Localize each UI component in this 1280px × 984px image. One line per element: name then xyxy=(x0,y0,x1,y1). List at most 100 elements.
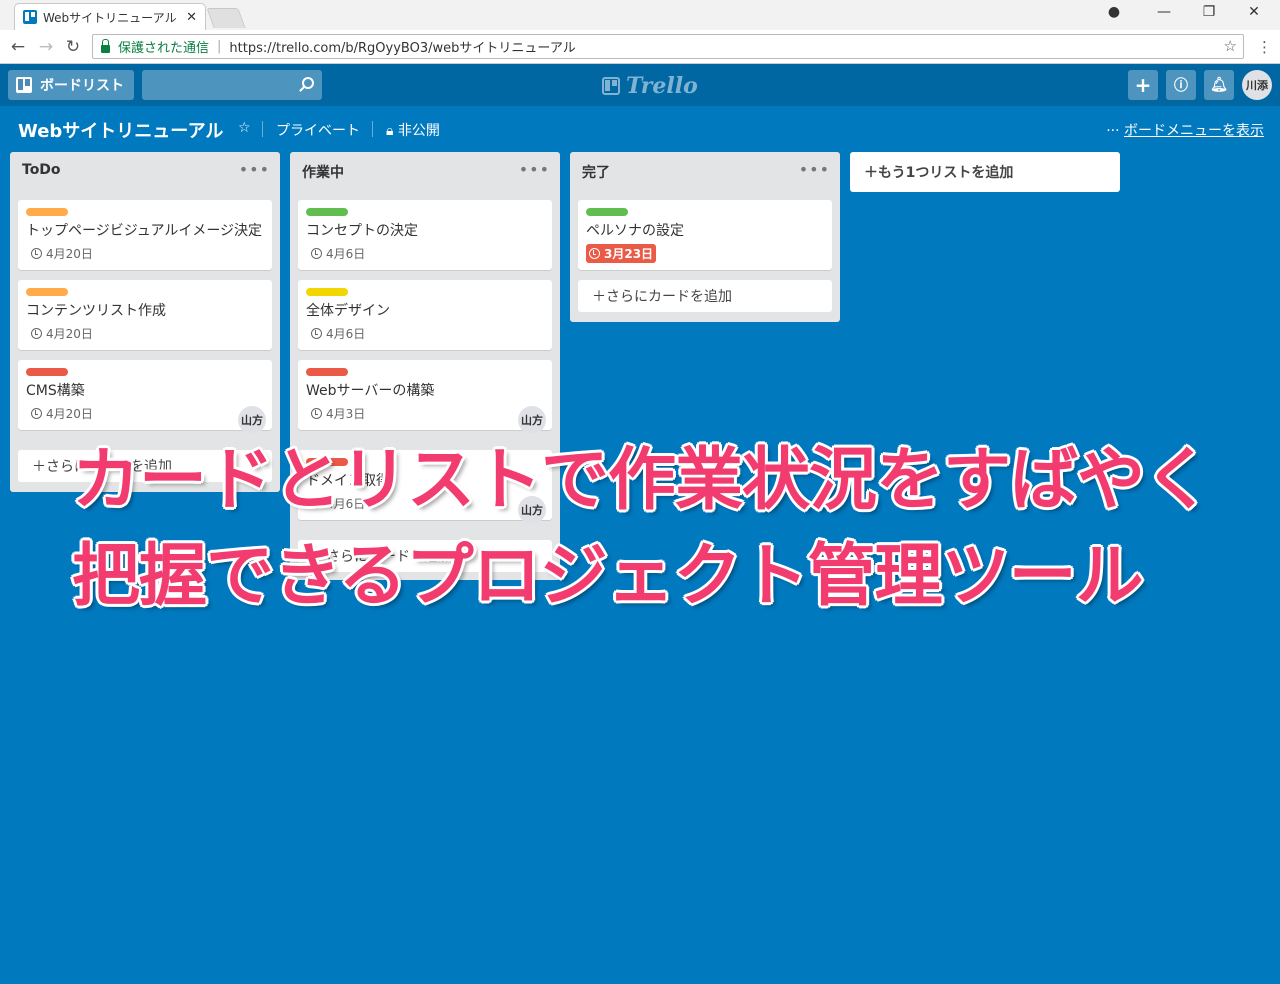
card-label xyxy=(26,288,68,296)
back-arrow-icon[interactable]: ← xyxy=(8,37,28,57)
clock-icon xyxy=(31,408,42,419)
board-title[interactable]: Webサイトリニューアル xyxy=(18,117,223,143)
clock-icon xyxy=(311,248,322,259)
clock-icon xyxy=(31,248,42,259)
due-date: 3月23日 xyxy=(604,247,654,261)
due-date: 4月6日 xyxy=(326,327,366,341)
caption-line-2: 把握できるプロジェクト管理ツール xyxy=(72,537,1144,616)
avatar[interactable]: 川添 xyxy=(1242,70,1272,100)
due-date: 4月20日 xyxy=(46,327,93,341)
card-label xyxy=(306,368,348,376)
url-text: https://trello.com/b/RgOyyBO3/webサイトリニュー… xyxy=(229,41,576,56)
clock-icon xyxy=(311,328,322,339)
trello-header: ボードリスト Trello + ⓘ 🔔︎ 川添 xyxy=(0,64,1280,106)
show-menu-label: ボードメニューを表示 xyxy=(1124,123,1264,139)
card-title: ペルソナの設定 xyxy=(586,223,684,239)
plus-icon: ＋ xyxy=(32,459,46,475)
list-menu-icon[interactable]: ••• xyxy=(239,160,270,179)
card-label xyxy=(26,208,68,216)
due-date: 4月3日 xyxy=(326,407,366,421)
add-list-button[interactable]: ＋もう1つリストを追加 xyxy=(850,152,1120,192)
card[interactable]: コンテンツリスト作成 4月20日 xyxy=(18,280,272,350)
star-board-icon[interactable]: ☆ xyxy=(238,120,251,136)
add-list-label: もう1つリストを追加 xyxy=(878,165,1014,181)
card[interactable]: CMS構築 4月20日 山方 xyxy=(18,360,272,434)
card-title: コンセプトの決定 xyxy=(306,223,418,239)
due-date-badge: 4月6日 xyxy=(308,324,368,343)
list-done: 完了 ••• ペルソナの設定 3月23日 ＋さらにカードを追加 xyxy=(570,152,840,322)
visibility-label: 非公開 xyxy=(397,123,440,139)
close-tab-icon[interactable]: ✕ xyxy=(186,10,197,25)
secure-label: 保護された通信 xyxy=(118,41,210,56)
caption-line-1: カードとリストで作業状況をすばやく xyxy=(72,441,1212,520)
clock-icon xyxy=(31,328,42,339)
card-label xyxy=(26,368,68,376)
trello-logo[interactable]: Trello xyxy=(602,73,698,99)
due-date: 4月20日 xyxy=(46,407,93,421)
card-title: 全体デザイン xyxy=(306,303,390,319)
divider xyxy=(372,121,373,137)
lock-icon xyxy=(101,38,110,53)
due-date: 4月20日 xyxy=(46,247,93,261)
card[interactable]: ペルソナの設定 3月23日 xyxy=(578,200,832,270)
notification-bell-icon[interactable]: 🔔︎ xyxy=(1204,70,1234,100)
boards-icon xyxy=(16,77,32,93)
reload-icon[interactable]: ↻ xyxy=(63,37,83,57)
card[interactable]: 全体デザイン 4月6日 xyxy=(298,280,552,350)
due-date-badge: 4月20日 xyxy=(28,404,96,423)
add-card-button[interactable]: ＋さらにカードを追加 xyxy=(578,280,832,312)
trello-logo-icon xyxy=(602,77,620,95)
card-label xyxy=(586,208,628,216)
list-menu-icon[interactable]: ••• xyxy=(799,160,830,179)
card[interactable]: トップページビジュアルイメージ決定 4月20日 xyxy=(18,200,272,270)
more-dots-icon: ··· xyxy=(1106,123,1124,139)
info-icon[interactable]: ⓘ xyxy=(1166,70,1196,100)
forward-arrow-icon[interactable]: → xyxy=(36,37,56,57)
due-date-badge: 3月23日 xyxy=(586,244,657,263)
add-card-label: さらにカードを追加 xyxy=(606,289,732,305)
restore-icon[interactable]: ❐ xyxy=(1199,4,1219,20)
url-field[interactable]: 保護された通信 | https://trello.com/b/RgOyyBO3/… xyxy=(92,34,1244,59)
divider xyxy=(262,121,263,137)
plus-icon: ＋ xyxy=(864,165,878,181)
minimize-icon[interactable]: — xyxy=(1154,4,1174,20)
card[interactable]: Webサーバーの構築 4月3日 山方 xyxy=(298,360,552,434)
divider: | xyxy=(217,39,222,54)
due-date: 4月6日 xyxy=(326,247,366,261)
card-title: コンテンツリスト作成 xyxy=(26,303,166,319)
list-menu-icon[interactable]: ••• xyxy=(519,160,550,179)
search-icon xyxy=(302,77,314,89)
close-window-icon[interactable]: ✕ xyxy=(1244,4,1264,20)
clock-icon xyxy=(589,248,600,259)
card-label xyxy=(306,288,348,296)
due-date-badge: 4月20日 xyxy=(28,324,96,343)
card[interactable]: コンセプトの決定 4月6日 xyxy=(298,200,552,270)
plus-icon: ＋ xyxy=(592,289,606,305)
list-title[interactable]: 作業中 xyxy=(302,162,344,182)
due-date-badge: 4月3日 xyxy=(308,404,368,423)
new-tab-button[interactable] xyxy=(206,8,246,28)
card-title: Webサーバーの構築 xyxy=(306,383,435,399)
show-menu-link[interactable]: ··· ボードメニューを表示 xyxy=(1106,120,1264,140)
card-label xyxy=(306,208,348,216)
boards-button[interactable]: ボードリスト xyxy=(8,70,134,100)
browser-tabbar: Webサイトリニューアル | Trel ✕ ● — ❐ ✕ xyxy=(0,0,1280,30)
list-title[interactable]: ToDo xyxy=(22,162,61,178)
due-date-badge: 4月6日 xyxy=(308,244,368,263)
search-input[interactable] xyxy=(142,70,322,100)
card-title: トップページビジュアルイメージ決定 xyxy=(26,223,263,239)
logo-text: Trello xyxy=(626,73,698,99)
profile-icon[interactable]: ● xyxy=(1104,4,1124,20)
browser-menu-icon[interactable]: ⋮ xyxy=(1257,38,1272,56)
card-title: CMS構築 xyxy=(26,383,85,399)
address-bar: ← → ↻ 保護された通信 | https://trello.com/b/RgO… xyxy=(0,30,1280,64)
team-button[interactable]: プライベート xyxy=(276,120,360,140)
add-button[interactable]: + xyxy=(1128,70,1158,100)
tab-title: Webサイトリニューアル | Trel xyxy=(43,10,180,25)
visibility-button[interactable]: 🔒︎ 非公開 xyxy=(386,120,440,140)
browser-tab[interactable]: Webサイトリニューアル | Trel ✕ xyxy=(14,3,206,30)
padlock-icon: 🔒︎ xyxy=(386,123,394,139)
bookmark-star-icon[interactable]: ☆ xyxy=(1224,37,1237,55)
list-title[interactable]: 完了 xyxy=(582,162,610,182)
boards-label: ボードリスト xyxy=(40,78,124,94)
